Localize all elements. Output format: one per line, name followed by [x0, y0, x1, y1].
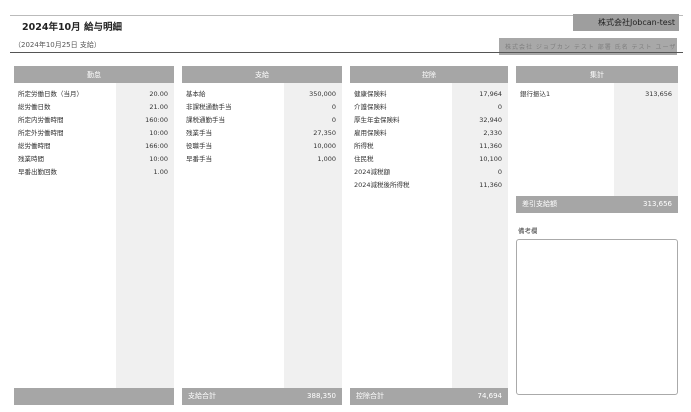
- deduction-row: 所得税 11,360: [354, 142, 502, 150]
- deductions-column: 控除 健康保険料 17,964 介護保険料 0 厚生年金保険料 32,940 雇用保険…: [350, 66, 508, 405]
- payments-total-value: 388,350: [307, 392, 336, 400]
- deduction-row: 2024減税後所得税 11,360: [354, 181, 502, 189]
- summary-header: 集計: [516, 66, 678, 83]
- net-pay-label: 差引支給額: [522, 200, 557, 208]
- payment-row: 早番手当 1,000: [186, 155, 336, 163]
- payment-row: 非課税通勤手当 0: [186, 103, 336, 111]
- deductions-total-value: 74,694: [477, 392, 503, 400]
- net-pay: 差引支給額 313,656: [516, 196, 678, 213]
- attendance-row: 所定外労働時間 10:00: [18, 129, 168, 137]
- deduction-row: 雇用保険料 2,330: [354, 129, 502, 137]
- summary-column: 集計 銀行振込1 313,656 差引支給額 313,656 備考欄: [516, 66, 678, 395]
- deduction-row: 2024減税額 0: [354, 168, 502, 176]
- deduction-row: 住民税 10,100: [354, 155, 502, 163]
- payment-row: 役職手当 10,000: [186, 142, 336, 150]
- attendance-footer: [14, 388, 174, 405]
- summary-body: 銀行振込1 313,656: [516, 83, 678, 196]
- deductions-body: 健康保険料 17,964 介護保険料 0 厚生年金保険料 32,940 雇用保険料 2,…: [350, 83, 508, 388]
- attendance-column: 勤怠 所定労働日数（当月） 20.00 総労働日数 21.00 所定内労働時間 160…: [14, 66, 174, 405]
- attendance-row: 早番出勤回数 1.00: [18, 168, 168, 176]
- payments-total: 支給合計 388,350: [182, 388, 342, 405]
- payments-total-label: 支給合計: [188, 392, 216, 400]
- deduction-row: 健康保険料 17,964: [354, 90, 502, 98]
- payment-row: 基本給 350,000: [186, 90, 336, 98]
- attendance-header: 勤怠: [14, 66, 174, 83]
- deductions-total: 控除合計 74,694: [350, 388, 508, 405]
- remarks-label: 備考欄: [518, 227, 538, 235]
- attendance-row: 総労働日数 21.00: [18, 103, 168, 111]
- payments-body: 基本給 350,000 非課税通勤手当 0 課税通勤手当 0 残業手当 27,350 役…: [182, 83, 342, 388]
- attendance-row: 所定内労働時間 160:00: [18, 116, 168, 124]
- page-title: 2024年10月 給与明細: [22, 22, 122, 33]
- attendance-row: 残業時間 10:00: [18, 155, 168, 163]
- summary-row: 銀行振込1 313,656: [520, 90, 672, 98]
- deductions-header: 控除: [350, 66, 508, 83]
- remarks-box: [516, 239, 678, 395]
- payment-date: （2024年10月25日 支給）: [14, 41, 101, 49]
- payments-header: 支給: [182, 66, 342, 83]
- deduction-row: 介護保険料 0: [354, 103, 502, 111]
- net-pay-value: 313,656: [643, 200, 672, 208]
- attendance-row: 総労働時間 166:00: [18, 142, 168, 150]
- payments-column: 支給 基本給 350,000 非課税通勤手当 0 課税通勤手当 0 残業手当 27,35…: [182, 66, 342, 405]
- deduction-row: 厚生年金保険料 32,940: [354, 116, 502, 124]
- payment-row: 課税通勤手当 0: [186, 116, 336, 124]
- payment-row: 残業手当 27,350: [186, 129, 336, 137]
- attendance-row: 所定労働日数（当月） 20.00: [18, 90, 168, 98]
- attendance-body: 所定労働日数（当月） 20.00 総労働日数 21.00 所定内労働時間 160:00…: [14, 83, 174, 388]
- deductions-total-label: 控除合計: [356, 392, 384, 400]
- header-rule: [10, 52, 683, 53]
- company-name: 株式会社Jobcan-test: [573, 14, 679, 31]
